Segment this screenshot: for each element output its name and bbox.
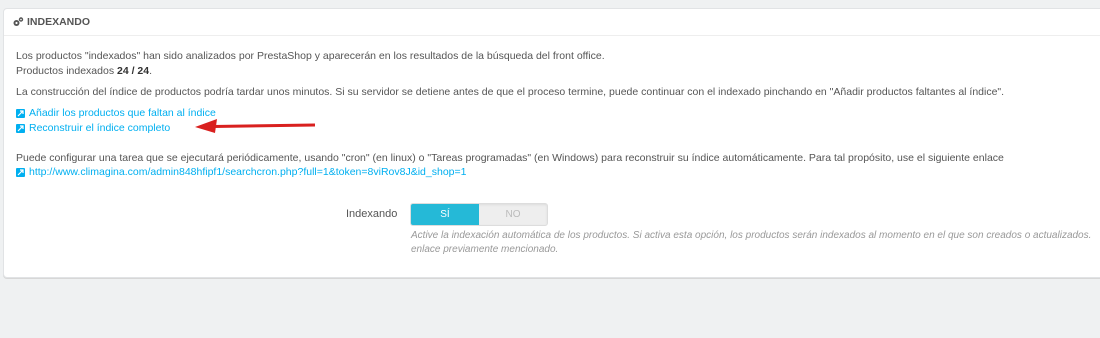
indexing-toggle[interactable]: SÍ NO: [410, 203, 548, 226]
indexing-help-text: Active la indexación automática de los p…: [411, 230, 1092, 255]
red-arrow-annotation: [195, 119, 316, 133]
cron-text: Puede configurar una tarea que se ejecut…: [16, 152, 1004, 164]
rebuild-index-link[interactable]: Reconstruir el índice completo: [16, 122, 170, 135]
indexed-label: Productos indexados: [16, 65, 115, 77]
toggle-yes-option[interactable]: SÍ: [411, 204, 479, 225]
intro-text: Los productos "indexados" han sido anali…: [16, 50, 605, 62]
cogs-icon: [12, 16, 24, 28]
panel-title: INDEXANDO: [27, 16, 91, 28]
external-link-icon: [16, 124, 25, 133]
add-missing-link[interactable]: Añadir los productos que faltan al índic…: [16, 107, 216, 120]
cron-url-link[interactable]: http://www.climagina.com/admin848hfipf1/…: [16, 166, 466, 179]
indexed-count-line: Productos indexados 24 / 24.: [16, 65, 152, 78]
rebuild-index-label: Reconstruir el índice completo: [29, 122, 171, 134]
toggle-no-option[interactable]: NO: [479, 204, 547, 225]
cron-url-label: http://www.climagina.com/admin848hfipf1/…: [29, 166, 467, 178]
indexing-toggle-label: Indexando: [346, 208, 398, 220]
external-link-icon: [16, 109, 25, 118]
warning-text: La construcción del índice de productos …: [16, 86, 1005, 98]
external-link-icon: [16, 168, 25, 177]
indexed-suffix: .: [149, 65, 153, 77]
indexed-value: 24 / 24: [117, 65, 150, 77]
add-missing-label: Añadir los productos que faltan al índic…: [29, 107, 216, 119]
panel-heading: INDEXANDO: [4, 9, 1100, 36]
